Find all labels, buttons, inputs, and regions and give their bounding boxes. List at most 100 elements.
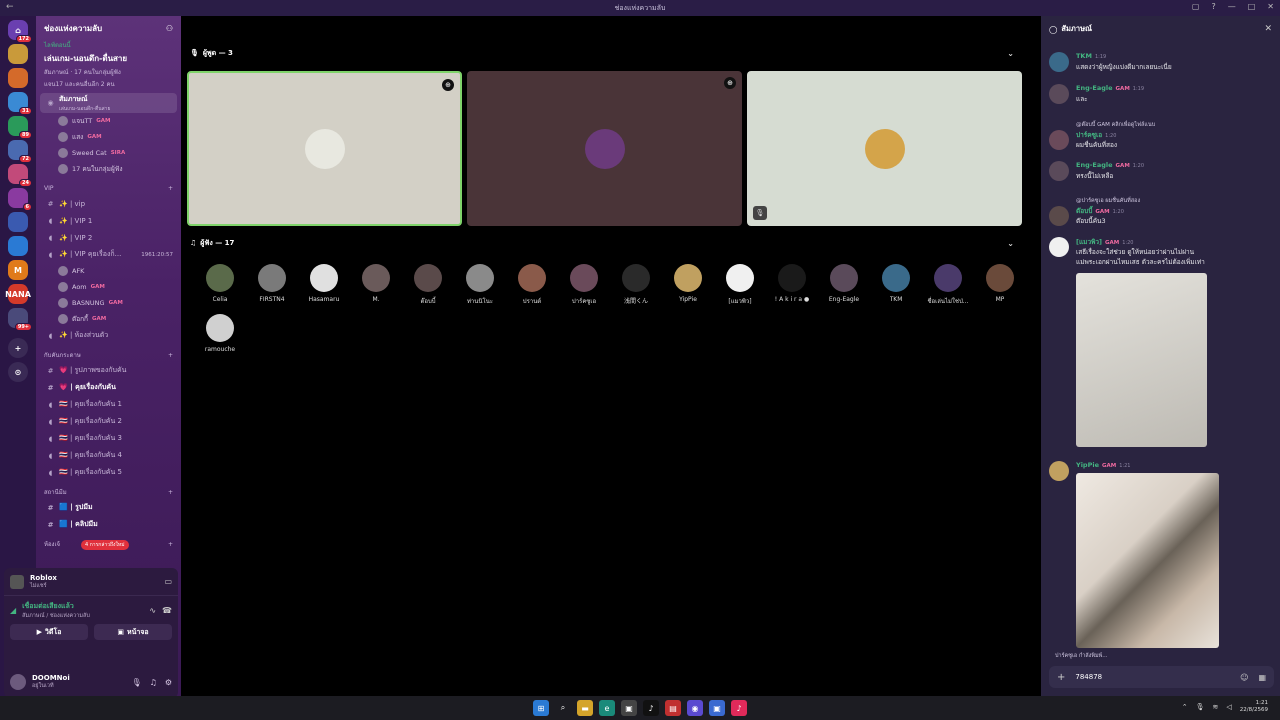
noise-icon[interactable]: ∿	[149, 606, 156, 615]
text-channel[interactable]: ◖ 🇹🇭 | คุยเรื่องกับคัน 1	[36, 396, 181, 413]
user-avatar[interactable]	[10, 674, 26, 690]
app-icon-2[interactable]: ▣	[709, 700, 725, 716]
apps-icon[interactable]: ▦	[1258, 673, 1266, 682]
add-channel-icon-4[interactable]: +	[168, 541, 173, 548]
voice-user[interactable]: แจนTT GAM	[36, 113, 181, 129]
speaker-settings-icon[interactable]: ⊕	[724, 77, 736, 89]
start-icon[interactable]: ⊞	[533, 700, 549, 716]
back-arrow-icon[interactable]: ←	[6, 2, 14, 12]
speaker-settings-icon[interactable]: ⊕	[442, 79, 454, 91]
server-icon-home[interactable]: ⌂ 172	[8, 20, 32, 43]
maximize-button[interactable]: □	[1248, 2, 1256, 11]
listener[interactable]: ramouche	[194, 314, 246, 353]
server-header[interactable]: ช่องแห่งความลับ ⚇	[36, 16, 181, 40]
avatar[interactable]	[1049, 461, 1069, 481]
voice-user[interactable]: AFK	[36, 263, 181, 279]
settings-icon[interactable]: ⚙	[165, 678, 172, 687]
screen-share-button[interactable]: ▣ หน้าจอ	[94, 624, 172, 640]
chevron-down-icon-2[interactable]: ⌄	[1007, 239, 1014, 248]
listener[interactable]: MP	[974, 264, 1026, 303]
server-icon-s8[interactable]	[8, 212, 28, 232]
author-name[interactable]: YipPie	[1076, 461, 1099, 469]
video-button[interactable]: ▶ วิดีโอ	[10, 624, 88, 640]
add-channel-icon[interactable]: +	[168, 185, 173, 192]
attach-icon[interactable]: +	[1057, 672, 1065, 683]
listeners-header[interactable]: ♫ ผู้ฟัง — 17 ⌄	[190, 236, 1020, 250]
close-button[interactable]: ✕	[1267, 2, 1274, 11]
emoji-icon[interactable]: ☺	[1240, 673, 1248, 682]
text-channel[interactable]: # 💗 | คุยเรื่องกับคัน	[36, 379, 181, 396]
app-icon[interactable]: ▤	[665, 700, 681, 716]
server-icon-s1[interactable]	[8, 44, 28, 64]
chevron-down-icon[interactable]: ⌄	[1007, 49, 1014, 58]
add-server-icon[interactable]: +	[8, 338, 28, 358]
avatar[interactable]	[1049, 237, 1069, 257]
server-icon-s7[interactable]: 6	[8, 188, 32, 211]
edge-icon[interactable]: e	[599, 700, 615, 716]
text-channel[interactable]: ◖ 🇹🇭 | คุยเรื่องกับคัน 5	[36, 464, 181, 481]
voice-user[interactable]: BASNUNG GAM	[36, 295, 181, 311]
listener[interactable]: FIRSTN4	[246, 264, 298, 303]
add-member-icon[interactable]: ⚇	[166, 24, 173, 33]
text-channel[interactable]: # 🟦 | รูปมีม	[36, 499, 181, 516]
category-2[interactable]: กับคันกระดาษ +	[36, 348, 181, 362]
clock[interactable]: 1:21 22/8/2569	[1240, 700, 1268, 714]
monitor-icon[interactable]: ▭	[164, 577, 172, 586]
server-icon-s10[interactable]: M	[8, 260, 28, 280]
activity-row[interactable]: Roblox ไม่แชร์ ▭	[4, 568, 178, 596]
vip-channel[interactable]: ◖ ✨ | VIP 1	[36, 212, 181, 229]
category-3[interactable]: สถานีมีม +	[36, 485, 181, 499]
photo-image[interactable]	[1076, 473, 1219, 648]
server-icon-s4[interactable]: 89	[8, 116, 32, 139]
voice-user[interactable]: Sweed Cat SIRA	[36, 145, 181, 161]
avatar[interactable]	[1049, 161, 1069, 181]
avatar[interactable]	[1049, 206, 1069, 226]
server-icon-s3[interactable]: 31	[8, 92, 32, 115]
avatar[interactable]	[1049, 52, 1069, 72]
listener[interactable]: ปาร์คซูเอ	[558, 264, 610, 306]
add-channel-icon-2[interactable]: +	[168, 352, 173, 359]
tiktok-icon-2[interactable]: ♪	[731, 700, 747, 716]
listener[interactable]: [แมวพิว]	[714, 264, 766, 306]
category-4[interactable]: ห้องเจ้ 4 การกล่าวถึงใหม่ +	[36, 537, 181, 551]
listener[interactable]: ! A k i r a ●	[766, 264, 818, 303]
inbox-icon[interactable]: ▢	[1192, 2, 1200, 11]
server-icon-s6[interactable]: 24	[8, 164, 32, 187]
text-channel[interactable]: ◖ 🇹🇭 | คุยเรื่องกับคัน 2	[36, 413, 181, 430]
author-name[interactable]: ปาร์คซูเอ	[1076, 131, 1102, 139]
listener[interactable]: M.	[350, 264, 402, 303]
speakers-header[interactable]: 🎙 ผู้พูด — 3 ⌄	[190, 46, 1020, 60]
vip-channel[interactable]: ◖ ✨ | VIP คุยเรื่องก็... 1961:20:57	[36, 246, 181, 263]
server-icon-s12[interactable]: 99+	[8, 308, 32, 331]
listener[interactable]: Celia	[194, 264, 246, 303]
private-room-channel[interactable]: ◖ ✨ | ห้องส่วนตัว	[36, 327, 181, 344]
search-icon[interactable]: ⌕	[555, 700, 571, 716]
author-name[interactable]: Eng-Eagle	[1076, 84, 1113, 92]
volume-icon[interactable]: ◁	[1226, 703, 1231, 711]
listener[interactable]: Eng-Eagle	[818, 264, 870, 303]
voice-user[interactable]: แสง GAM	[36, 129, 181, 145]
tiktok-icon[interactable]: ♪	[643, 700, 659, 716]
help-icon[interactable]: ?	[1211, 2, 1215, 11]
listener[interactable]: ต๊อบบี้	[402, 264, 454, 306]
listener[interactable]: ท่านนิโนะ	[454, 264, 506, 306]
author-name[interactable]: ต๊อบบี้	[1076, 207, 1092, 215]
server-icon-s5[interactable]: 72	[8, 140, 32, 163]
mic-tray-icon[interactable]: 🎙	[1196, 703, 1205, 711]
network-icon[interactable]: ≋	[1213, 703, 1219, 711]
reply-preview[interactable]: @ปาร์คซูเอ ผมชื่นคันที่สอง	[1076, 197, 1140, 205]
speaker-tile[interactable]: ⊕	[467, 71, 742, 226]
chevron-up-icon[interactable]: ⌃	[1182, 703, 1188, 711]
disconnect-icon[interactable]: ☎	[162, 606, 172, 615]
text-channel[interactable]: # 🟦 | คลิปมีม	[36, 516, 181, 533]
minimize-button[interactable]: —	[1228, 2, 1236, 11]
voice-channel-active[interactable]: ◉ สัมภาษณ์ เล่นเกม-นอนดึก-ตื่นสาย	[40, 93, 177, 113]
voice-user[interactable]: Aom GAM	[36, 279, 181, 295]
headphones-icon[interactable]: ♫	[150, 678, 157, 687]
vip-channel[interactable]: # ✨ | vip	[36, 195, 181, 212]
listener[interactable]: Hasamaru	[298, 264, 350, 303]
explore-icon[interactable]: ⊙	[8, 362, 28, 382]
listener[interactable]: ชื่อเล่นไม่ใช่ป่...	[922, 264, 974, 306]
voice-user[interactable]: ต๊อกกี้ GAM	[36, 311, 181, 327]
category-vip[interactable]: VIP +	[36, 181, 181, 195]
